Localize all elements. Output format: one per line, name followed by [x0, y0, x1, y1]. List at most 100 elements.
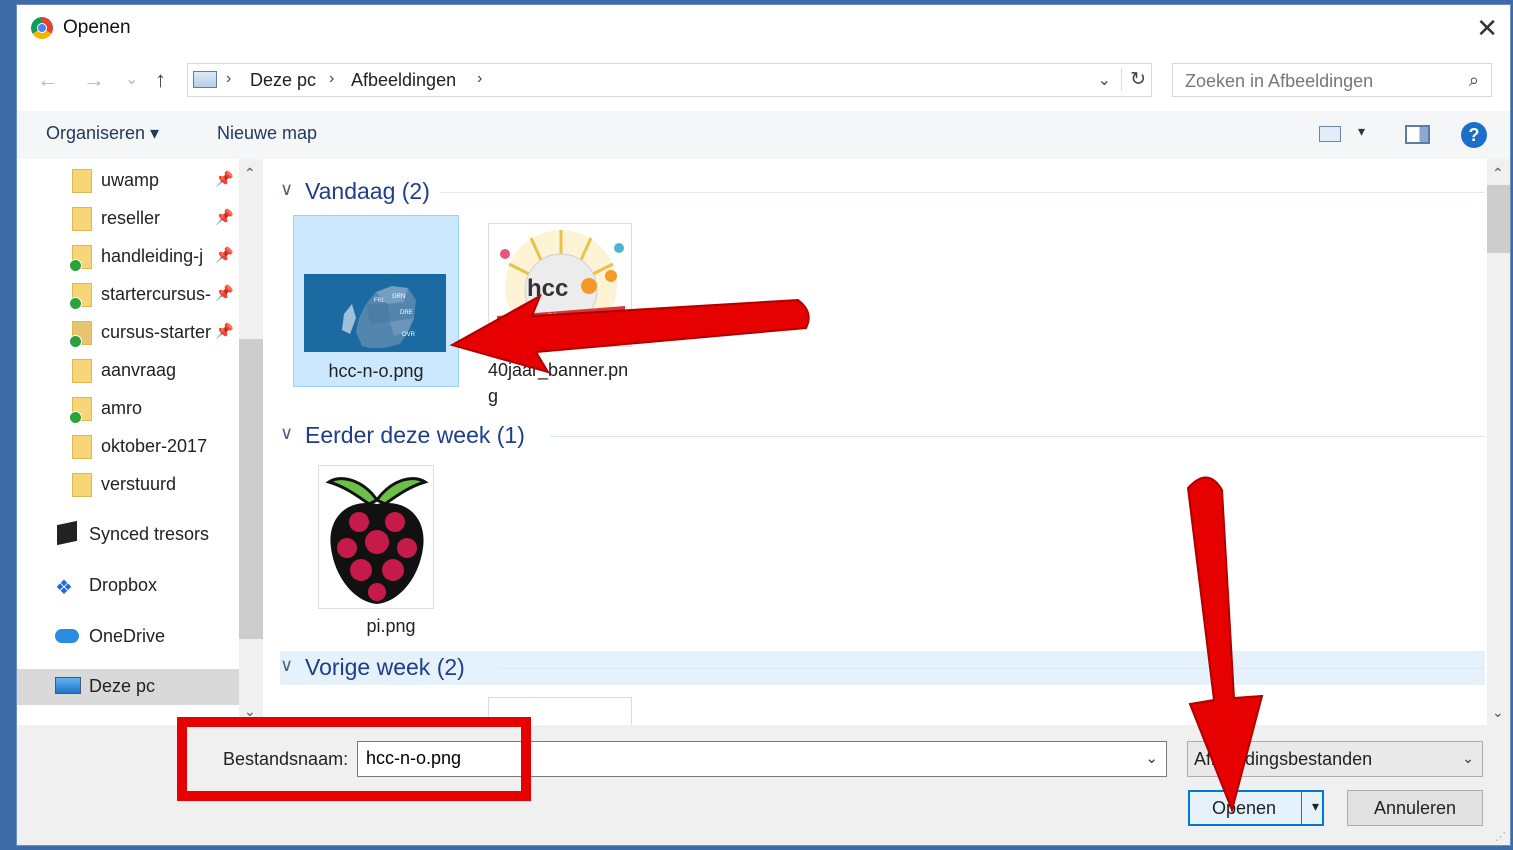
sidebar-item-label: startercursus- — [101, 284, 212, 304]
pin-icon[interactable]: 📌 — [215, 322, 234, 340]
sidebar-item-verstuurd[interactable]: verstuurd — [17, 467, 239, 503]
filetype-select[interactable]: Afbeeldingsbestanden ⌄ — [1187, 741, 1483, 777]
file-item-hcc-n-o[interactable]: GRN FRL DRE OVR hcc-n-o.png — [293, 215, 459, 387]
scroll-up-icon[interactable]: ⌃ — [1492, 165, 1504, 182]
pictures-location-icon — [193, 71, 217, 88]
breadcrumb-separator: › — [477, 70, 483, 87]
sidebar-item-oktober-2017[interactable]: oktober-2017 — [17, 429, 239, 465]
group-header-eerder-deze-week[interactable]: ∨ Eerder deze week (1) — [280, 419, 1485, 453]
navigation-scrollbar[interactable]: ⌃ ⌄ — [239, 159, 263, 725]
collapse-chevron-icon[interactable]: ∨ — [280, 655, 293, 676]
scroll-down-icon[interactable]: ⌄ — [1492, 704, 1504, 721]
filename-label: Bestandsnaam: — [223, 749, 349, 769]
sidebar-item-dropbox[interactable]: ❖ Dropbox — [17, 568, 239, 604]
file-name: pi.png — [366, 616, 416, 636]
sidebar-item-handleiding[interactable]: handleiding-j 📌 — [17, 239, 239, 275]
tresor-icon — [57, 520, 77, 546]
resize-grip-icon[interactable]: ⋰ — [1495, 830, 1506, 843]
sidebar-item-reseller[interactable]: reseller 📌 — [17, 201, 239, 237]
organize-button[interactable]: Organiseren ▾ — [46, 123, 159, 144]
filename-input[interactable] — [364, 747, 1128, 770]
folder-icon — [72, 359, 92, 383]
sidebar-item-label: oktober-2017 — [101, 436, 208, 456]
pin-icon[interactable]: 📌 — [215, 208, 234, 226]
group-divider — [498, 668, 1485, 669]
close-icon[interactable]: ✕ — [1476, 13, 1498, 44]
hcc-map-thumbnail: GRN FRL DRE OVR — [304, 274, 446, 352]
window-title: Openen — [63, 17, 131, 38]
raspberry-pi-thumbnail — [318, 465, 434, 609]
filename-dropdown-icon[interactable]: ⌄ — [1145, 749, 1158, 767]
synced-check-icon — [69, 335, 82, 348]
change-view-icon[interactable] — [1319, 126, 1341, 142]
svg-text:DRE: DRE — [400, 310, 413, 316]
group-header-vorige-week[interactable]: ∨ Vorige week (2) — [280, 651, 1485, 685]
breadcrumb-afbeeldingen[interactable]: Afbeeldingen — [351, 70, 456, 91]
sidebar-item-label: uwamp — [101, 170, 160, 190]
collapse-chevron-icon[interactable]: ∨ — [280, 179, 293, 200]
sidebar-item-label: Dropbox — [89, 575, 158, 595]
open-button[interactable]: Openen ▾ — [1188, 790, 1324, 826]
preview-pane-icon[interactable] — [1405, 125, 1430, 144]
sidebar-item-cursus-starter[interactable]: cursus-starter 📌 — [17, 315, 239, 351]
file-item-pi[interactable]: pi.png — [308, 459, 474, 636]
breadcrumb-separator: › — [226, 70, 232, 87]
group-divider — [550, 436, 1485, 437]
pin-icon[interactable]: 📌 — [215, 246, 234, 264]
group-title: Eerder deze week (1) — [305, 422, 525, 448]
new-folder-button[interactable]: Nieuwe map — [217, 123, 317, 144]
content-scrollbar[interactable]: ⌃ ⌄ — [1487, 159, 1510, 725]
sidebar-item-label: verstuurd — [101, 474, 177, 494]
forward-arrow-icon[interactable]: → — [83, 67, 105, 93]
svg-text:GRN: GRN — [392, 294, 405, 300]
pin-icon[interactable]: 📌 — [215, 284, 234, 302]
scrollbar-thumb[interactable] — [239, 339, 263, 639]
sidebar-item-aanvraag[interactable]: aanvraag — [17, 353, 239, 389]
up-arrow-icon[interactable]: ↑ — [155, 67, 166, 93]
view-options-dropdown[interactable]: ▾ — [1358, 123, 1365, 140]
recent-locations-icon[interactable]: ⌄ — [125, 69, 138, 89]
help-icon[interactable]: ? — [1461, 122, 1487, 148]
sidebar-item-startercursus[interactable]: startercursus- 📌 — [17, 277, 239, 313]
address-bar[interactable]: › Deze pc › Afbeeldingen › ⌄ ↻ — [187, 63, 1152, 97]
svg-text:FRL: FRL — [374, 298, 386, 304]
sidebar-item-synced-tresors[interactable]: Synced tresors — [17, 517, 239, 553]
folder-icon — [72, 207, 92, 231]
scrollbar-thumb[interactable] — [1487, 185, 1510, 253]
breadcrumb-deze-pc[interactable]: Deze pc — [250, 70, 316, 91]
collapse-chevron-icon[interactable]: ∨ — [280, 423, 293, 444]
sidebar-item-onedrive[interactable]: OneDrive — [17, 619, 239, 655]
command-toolbar: Organiseren ▾ Nieuwe map ▾ ? — [17, 111, 1510, 159]
sidebar-item-amro[interactable]: amro — [17, 391, 239, 427]
address-dropdown-icon[interactable]: ⌄ — [1098, 70, 1111, 90]
folder-icon — [72, 169, 92, 193]
file-item-40jaar-banner[interactable]: hcc 2017 40jaar_banner.pn g — [471, 215, 637, 406]
file-thumbnail-partial[interactable] — [488, 697, 632, 725]
open-file-dialog: Openen ✕ ← → ⌄ ↑ › Deze pc › Afbeeldinge… — [16, 4, 1511, 846]
open-options-dropdown-icon[interactable]: ▾ — [1312, 798, 1319, 815]
group-title: Vandaag (2) — [305, 178, 430, 204]
sidebar-item-deze-pc[interactable]: Deze pc — [17, 669, 239, 705]
cancel-button[interactable]: Annuleren — [1347, 790, 1483, 826]
search-placeholder: Zoeken in Afbeeldingen — [1185, 71, 1374, 91]
group-divider — [440, 192, 1485, 193]
back-arrow-icon[interactable]: ← — [37, 67, 59, 93]
file-name: hcc-n-o.png — [328, 361, 424, 381]
chevron-down-icon[interactable]: ⌄ — [1462, 750, 1474, 767]
dropbox-icon: ❖ — [55, 577, 73, 599]
group-title: Vorige week (2) — [305, 654, 465, 680]
folder-icon — [72, 435, 92, 459]
filename-field[interactable]: ⌄ — [357, 741, 1167, 777]
sidebar-item-uwamp[interactable]: uwamp 📌 — [17, 163, 239, 199]
breadcrumb-separator: › — [329, 70, 335, 87]
scroll-down-icon[interactable]: ⌄ — [244, 703, 256, 720]
sidebar-item-label: OneDrive — [89, 626, 166, 646]
navigation-pane: uwamp 📌 reseller 📌 handleiding-j 📌 start… — [17, 159, 267, 725]
scroll-up-icon[interactable]: ⌃ — [244, 165, 256, 182]
refresh-icon[interactable]: ↻ — [1121, 68, 1146, 91]
sidebar-item-label: cursus-starter — [101, 322, 212, 342]
search-box[interactable]: Zoeken in Afbeeldingen ⌕ — [1172, 63, 1492, 97]
sidebar-item-label: aanvraag — [101, 360, 177, 380]
pin-icon[interactable]: 📌 — [215, 170, 234, 188]
group-header-vandaag[interactable]: ∨ Vandaag (2) — [280, 175, 1485, 209]
